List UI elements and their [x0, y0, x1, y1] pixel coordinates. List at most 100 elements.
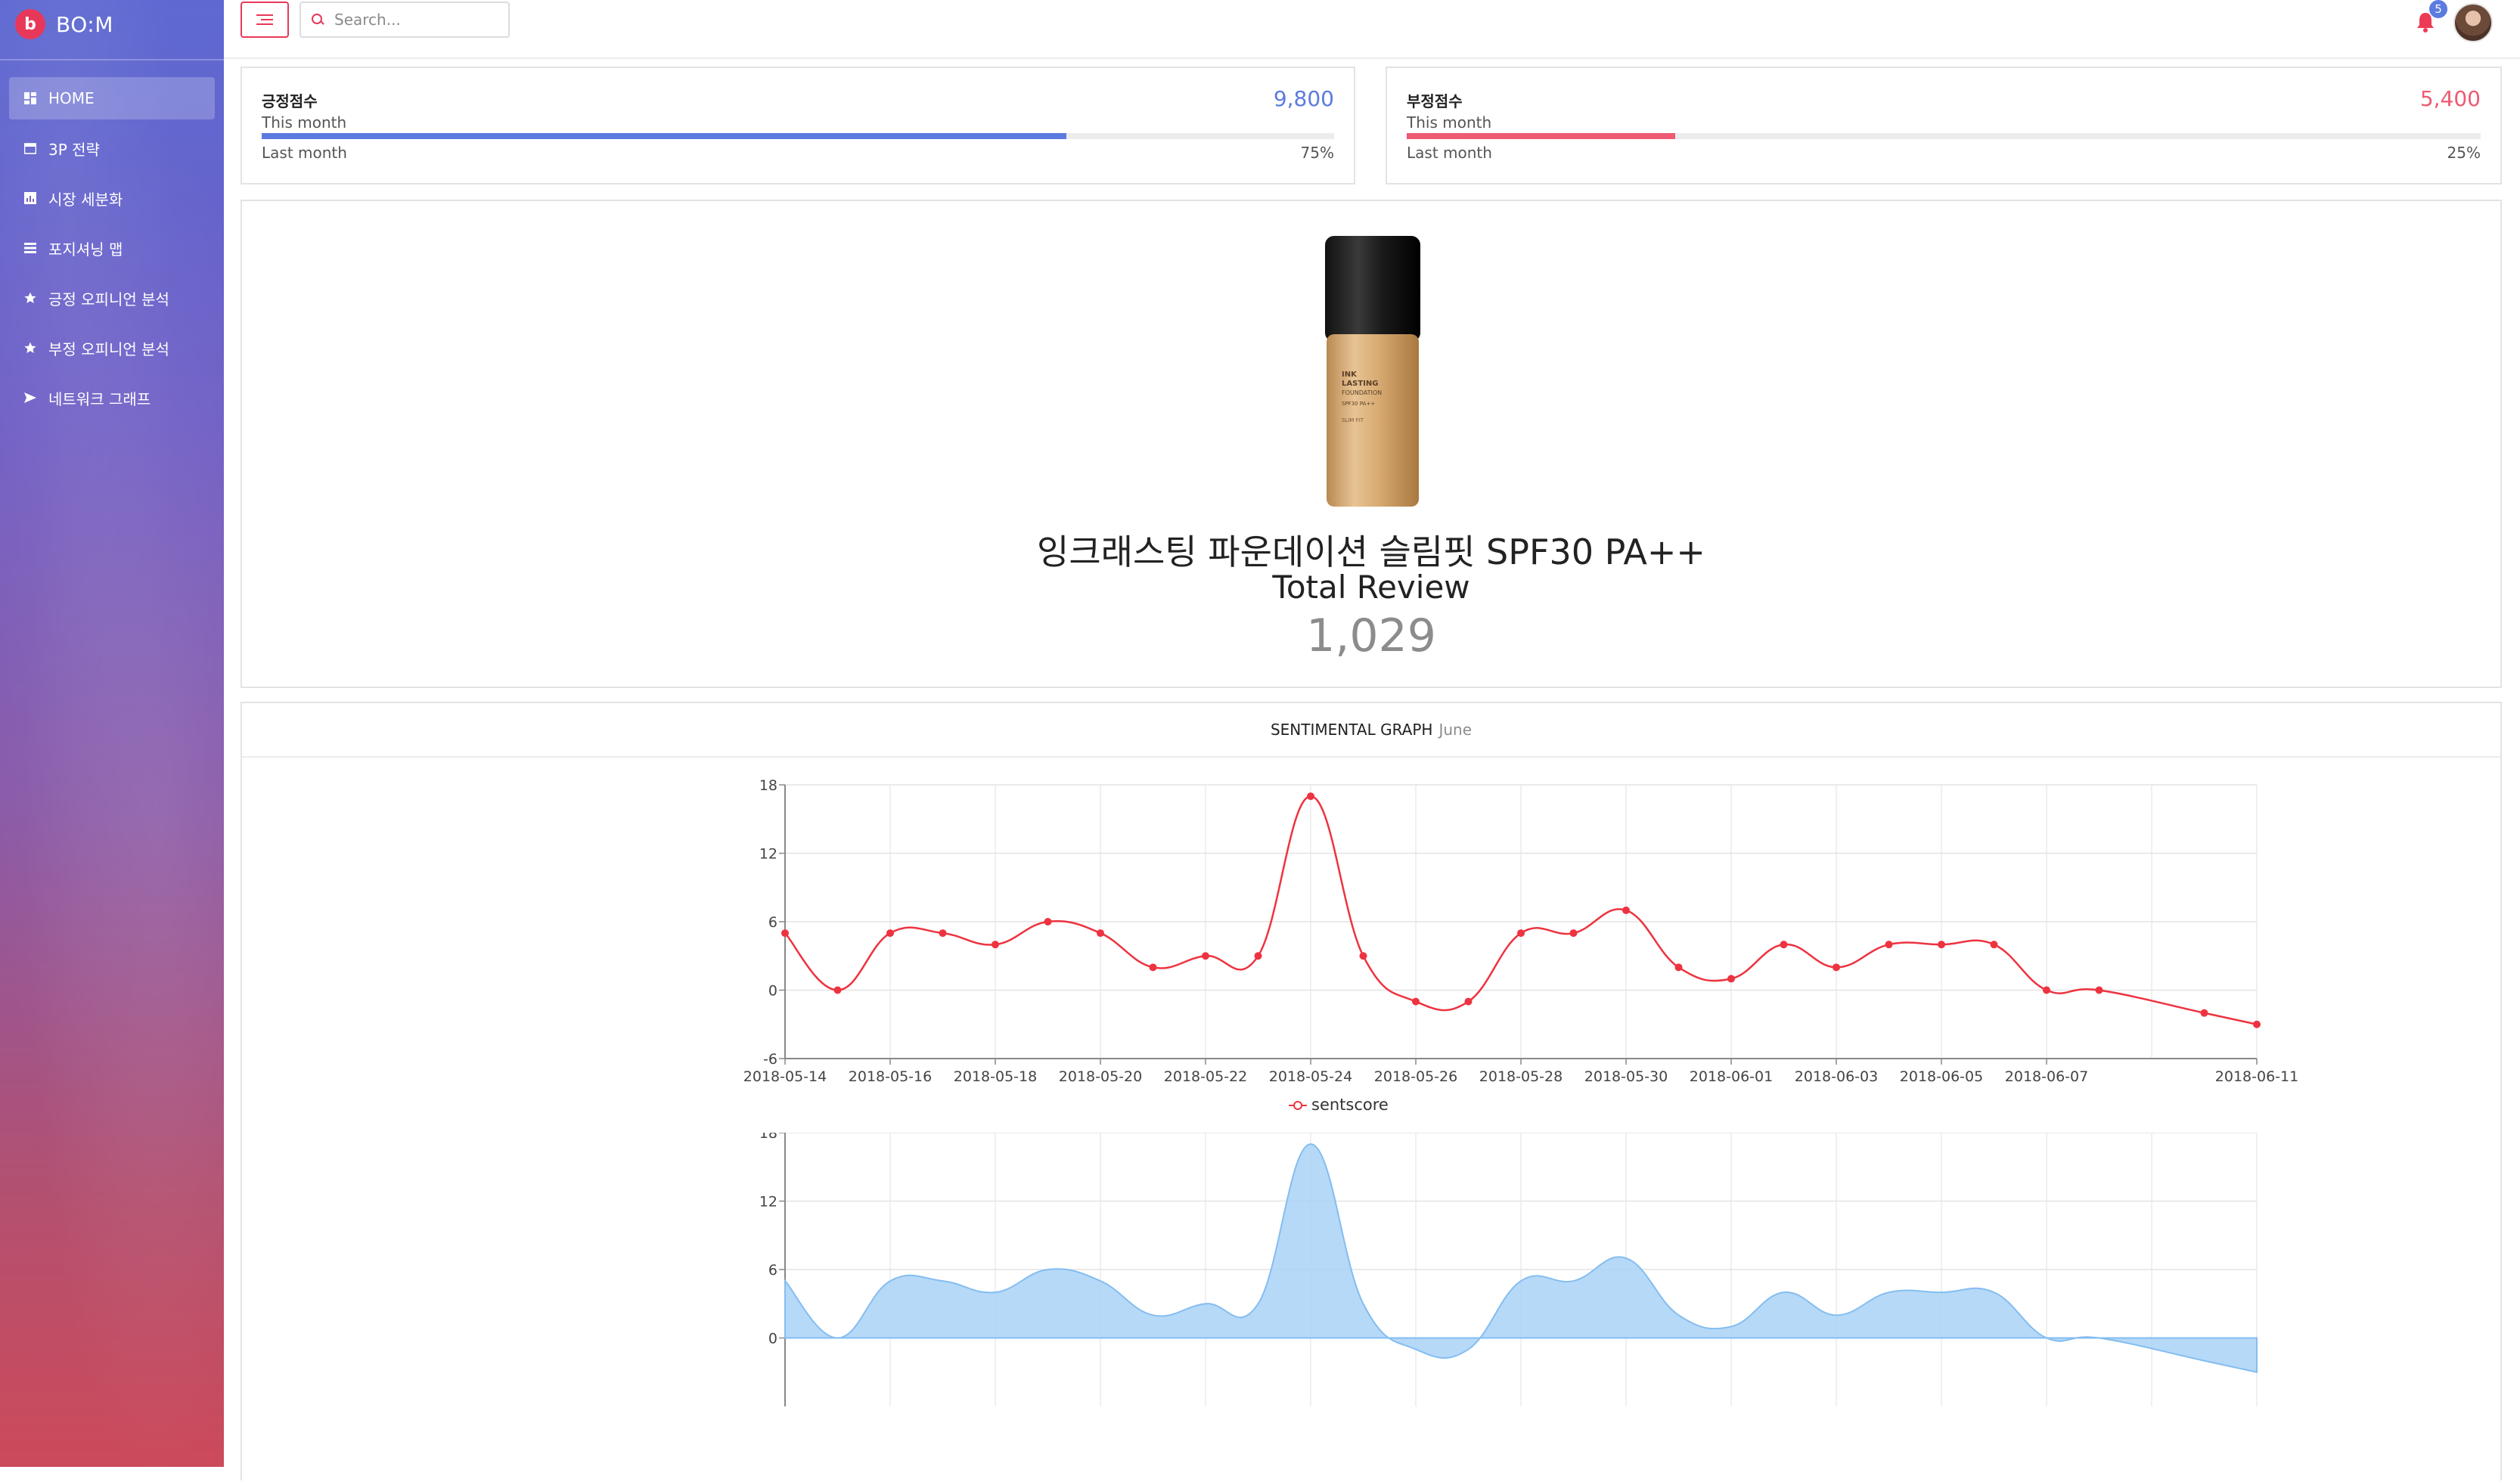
sidebar-item-market-segmentation[interactable]: 시장 세분화 — [9, 177, 215, 219]
y-tick-label: 18 — [759, 1133, 777, 1142]
sidebar-item-label: HOME — [48, 89, 95, 107]
data-point — [1990, 941, 1998, 949]
x-tick-label: 2018-06-03 — [1795, 1068, 1878, 1085]
chart-icon — [23, 191, 38, 206]
x-tick-label: 2018-05-16 — [849, 1068, 932, 1085]
progress-fill — [262, 133, 1066, 139]
data-point — [1149, 963, 1157, 972]
calendar-icon — [23, 141, 38, 156]
data-point — [2200, 1009, 2208, 1017]
sidebar-item-positive-opinion[interactable]: 긍정 오피니언 분석 — [9, 277, 215, 319]
x-tick-label: 2018-05-22 — [1164, 1068, 1247, 1085]
sidebar-item-network-graph[interactable]: 네트워크 그래프 — [9, 377, 215, 419]
x-tick-label: 2018-05-30 — [1584, 1068, 1668, 1085]
menu-icon — [256, 11, 273, 28]
total-review-label: Total Review — [1272, 569, 1470, 606]
notification-badge: 5 — [2429, 0, 2447, 18]
data-point — [833, 986, 842, 994]
data-point — [1569, 929, 1578, 938]
card-footer-percent: 75% — [1300, 144, 1334, 162]
list-icon — [23, 240, 38, 256]
data-point — [1938, 941, 1945, 949]
y-tick-label: 0 — [768, 1331, 777, 1347]
sidebar-item-negative-opinion[interactable]: 부정 오피니언 분석 — [9, 327, 215, 369]
x-tick-label: 2018-05-26 — [1374, 1068, 1457, 1085]
progress-bar — [262, 133, 1334, 139]
sidebar-item-label: 3P 전략 — [48, 140, 100, 159]
send-icon — [23, 390, 38, 405]
data-point — [1674, 963, 1683, 972]
sidebar-nav: HOME 3P 전략 시장 세분화 포지셔닝 맵 긍정 오피니언 분석 부정 오… — [9, 77, 215, 426]
data-point — [1307, 792, 1314, 801]
data-point — [1202, 952, 1209, 960]
data-point — [1359, 952, 1367, 960]
data-point — [1622, 906, 1630, 914]
x-tick-label: 2018-06-01 — [1690, 1068, 1773, 1085]
card-footer-label: Last month — [262, 144, 347, 162]
card-title: 긍정점수 — [262, 92, 318, 110]
sidebar: b BO:M HOME 3P 전략 시장 세분화 포지셔닝 맵 긍정 오피니언 … — [0, 0, 224, 1467]
legend-marker — [1293, 1101, 1302, 1110]
search-box[interactable] — [299, 2, 510, 38]
product-name: 잉크래스팅 파운데이션 슬림핏 SPF30 PA++ — [1037, 532, 1705, 572]
sidebar-item-positioning-map[interactable]: 포지셔닝 맵 — [9, 227, 215, 269]
product-card: INK LASTING FOUNDATION SPF30 PA++ SLIM F… — [241, 200, 2502, 688]
card-value: 9,800 — [1273, 86, 1334, 111]
x-tick-label: 2018-05-20 — [1059, 1068, 1142, 1085]
card-subtitle: This month — [1407, 113, 1492, 132]
data-point — [1044, 918, 1052, 925]
data-point — [781, 929, 789, 938]
sidebar-divider — [0, 59, 224, 60]
data-point — [1254, 952, 1262, 960]
product-image: INK LASTING FOUNDATION SPF30 PA++ SLIM F… — [1325, 236, 1420, 507]
data-point — [1412, 997, 1420, 1006]
x-tick-label: 2018-06-07 — [2005, 1068, 2088, 1085]
bottle-label: LASTING — [1342, 380, 1378, 388]
menu-toggle-button[interactable] — [241, 2, 289, 38]
data-point — [1517, 929, 1525, 938]
data-point — [939, 929, 947, 938]
card-title: 부정점수 — [1407, 92, 1463, 110]
data-point — [2043, 986, 2050, 994]
sidebar-item-label: 부정 오피니언 분석 — [48, 339, 169, 358]
dashboard-icon — [23, 91, 38, 106]
sentiment-area-chart: 0 6 12 18 — [759, 1133, 2258, 1406]
sidebar-item-label: 긍정 오피니언 분석 — [48, 290, 169, 308]
legend-label: sentscore — [1311, 1096, 1389, 1114]
sentiment-line-chart: -6 0 6 12 18 2018-05-14 2018-05-16 2018-05-18 20… — [743, 777, 2298, 1114]
data-point — [1780, 941, 1788, 949]
total-review-count: 1,029 — [1306, 609, 1436, 662]
x-tick-label: 2018-06-05 — [1900, 1068, 1983, 1085]
data-point — [886, 929, 894, 938]
data-point — [1833, 963, 1840, 972]
card-footer-percent: 25% — [2447, 144, 2481, 162]
x-tick-label: 2018-05-28 — [1479, 1068, 1563, 1085]
negative-score-card: 부정점수 5,400 This month Last month 25% — [1386, 67, 2502, 184]
sidebar-item-home[interactable]: HOME — [9, 77, 215, 119]
sidebar-item-label: 시장 세분화 — [48, 190, 123, 209]
topbar: 5 — [224, 0, 2520, 59]
search-input[interactable] — [333, 10, 487, 29]
data-point — [1727, 975, 1735, 983]
data-point — [2253, 1020, 2261, 1028]
avatar[interactable] — [2453, 3, 2493, 42]
y-tick-label: 18 — [759, 777, 777, 794]
data-point — [992, 941, 999, 949]
bottle-label: SLIM FIT — [1342, 417, 1364, 423]
x-tick-label: 2018-05-18 — [954, 1068, 1037, 1085]
card-subtitle: This month — [262, 113, 347, 132]
y-tick-label: 12 — [759, 1194, 777, 1211]
bottle-label: FOUNDATION — [1342, 389, 1382, 396]
graph-title: SENTIMENTAL GRAPH — [1270, 721, 1433, 739]
data-point — [1885, 941, 1893, 949]
search-icon — [312, 14, 324, 26]
data-point — [2095, 986, 2103, 994]
y-tick-label: -6 — [763, 1051, 777, 1068]
sidebar-item-3p-strategy[interactable]: 3P 전략 — [9, 127, 215, 169]
bottle-label: INK — [1342, 370, 1358, 379]
x-tick-label: 2018-06-11 — [2215, 1068, 2298, 1085]
brand[interactable]: b BO:M — [15, 9, 113, 39]
positive-score-card: 긍정점수 9,800 This month Last month 75% — [241, 67, 1355, 184]
sidebar-item-label: 네트워크 그래프 — [48, 389, 151, 408]
y-tick-label: 0 — [768, 983, 777, 1000]
